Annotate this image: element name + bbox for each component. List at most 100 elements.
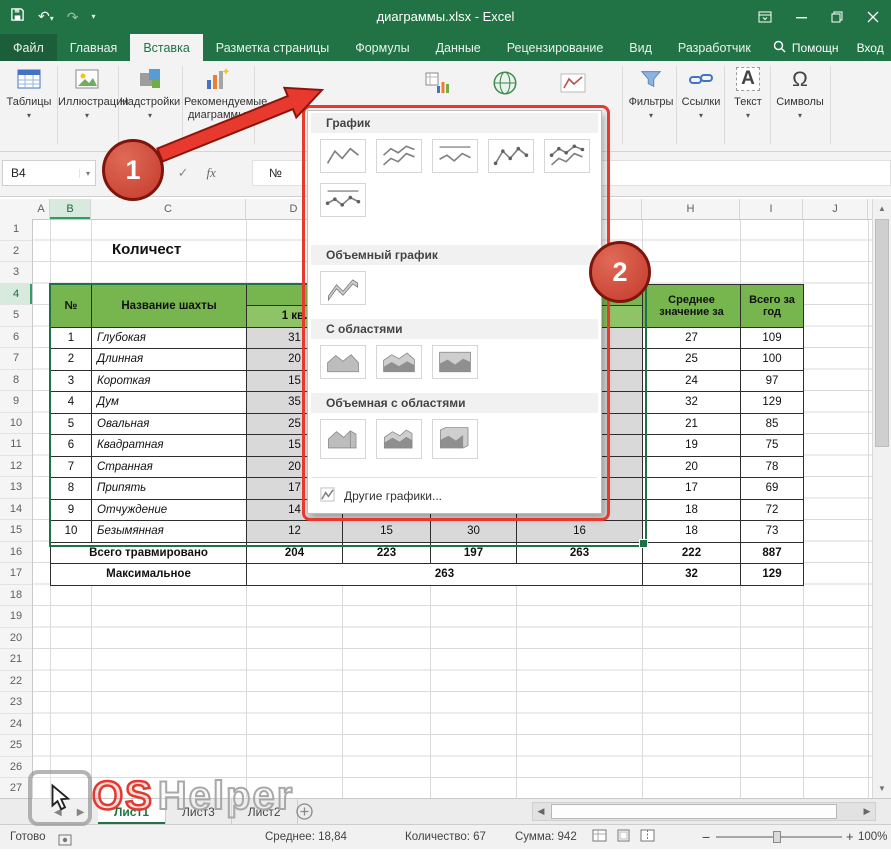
cell-mine-name[interactable]: Отчуждение [92,500,247,522]
totals-q4[interactable]: 263 [517,543,643,565]
line-chart-icon[interactable] [320,139,366,173]
area-chart-icon[interactable] [320,345,366,379]
name-box[interactable]: B4 ▾ [2,160,96,186]
ribbon-tab-5[interactable]: Данные [423,34,494,61]
stacked-line-with-markers-chart-icon[interactable] [544,139,590,173]
symbols-group-button[interactable]: Ω Символы▾ [772,64,828,122]
cell-num[interactable]: 10 [51,521,92,543]
100-stacked-area-chart-icon[interactable] [432,345,478,379]
chevron-down-icon[interactable]: ▾ [79,169,95,178]
restore-button[interactable] [819,0,855,34]
cell-avg[interactable]: 21 [643,414,741,436]
cell-mine-name[interactable]: Квадратная [92,435,247,457]
max-label[interactable]: Максимальное [51,564,247,586]
row-header-3[interactable]: 3 [0,262,32,284]
column-header-B[interactable]: B [50,199,91,219]
cell-avg[interactable]: 27 [643,328,741,350]
cell-num[interactable]: 3 [51,371,92,393]
scroll-left-icon[interactable]: ◀ [533,803,549,820]
max-total[interactable]: 129 [741,564,804,586]
cell-mine-name[interactable]: Длинная [92,349,247,371]
cell-mine-name[interactable]: Овальная [92,414,247,436]
cell-q4[interactable]: 16 [517,521,643,543]
row-header-2[interactable]: 2 [0,241,32,263]
cell-total[interactable]: 69 [741,478,804,500]
cell-mine-name[interactable]: Дум [92,392,247,414]
cell-avg[interactable]: 20 [643,457,741,479]
row-header-21[interactable]: 21 [0,649,32,671]
cell-avg[interactable]: 24 [643,371,741,393]
cell-mine-name[interactable]: Странная [92,457,247,479]
3d-line-chart-icon[interactable] [320,271,366,305]
cell-avg[interactable]: 32 [643,392,741,414]
sparklines-icon[interactable] [556,66,590,100]
ribbon-display-options-icon[interactable] [747,0,783,34]
vertical-scrollbar[interactable]: ▲ ▼ [872,199,891,798]
cell-total[interactable]: 97 [741,371,804,393]
vertical-scroll-thumb[interactable] [875,219,889,447]
row-header-24[interactable]: 24 [0,714,32,736]
totals-q2[interactable]: 223 [343,543,431,565]
header-total[interactable]: Всего загод [741,285,804,328]
3d-stacked-area-chart-icon[interactable] [376,419,422,459]
100-stacked-line-chart-icon[interactable] [432,139,478,173]
row-header-23[interactable]: 23 [0,692,32,714]
row-header-19[interactable]: 19 [0,606,32,628]
row-header-22[interactable]: 22 [0,671,32,693]
zoom-slider-thumb[interactable] [773,831,781,843]
more-line-charts-item[interactable]: Другие графики... [308,483,599,509]
cell-avg[interactable]: 18 [643,521,741,543]
recommended-charts-button[interactable]: Рекомендуемыедиаграммы [184,64,250,122]
totals-avg[interactable]: 222 [643,543,741,565]
row-header-5[interactable]: 5 [0,305,32,327]
row-header-16[interactable]: 16 [0,542,32,564]
cell-avg[interactable]: 18 [643,500,741,522]
totals-label[interactable]: Всего травмировано [51,543,247,565]
cell-mine-name[interactable]: Короткая [92,371,247,393]
cell-total[interactable]: 129 [741,392,804,414]
cell-total[interactable]: 109 [741,328,804,350]
column-header-A[interactable]: A [33,199,50,219]
cell-num[interactable]: 4 [51,392,92,414]
zoom-in-icon[interactable]: + [846,825,854,849]
totals-q1[interactable]: 204 [247,543,343,565]
row-header-1[interactable]: 1 [0,219,32,241]
cell-total[interactable]: 73 [741,521,804,543]
page-break-view-icon[interactable] [640,829,655,845]
cell-num[interactable]: 1 [51,328,92,350]
stacked-line-chart-icon[interactable] [376,139,422,173]
row-header-17[interactable]: 17 [0,563,32,585]
text-group-button[interactable]: A Текст▾ [726,64,770,122]
row-header-13[interactable]: 13 [0,477,32,499]
100-stacked-line-with-markers-chart-icon[interactable] [320,183,366,217]
cell-q3[interactable]: 30 [431,521,517,543]
column-header-C[interactable]: C [91,199,246,219]
ribbon-tab-3[interactable]: Разметка страницы [203,34,342,61]
cell-mine-name[interactable]: Глубокая [92,328,247,350]
ribbon-tab-6[interactable]: Рецензирование [494,34,617,61]
header-num[interactable]: № [51,285,92,328]
cell-q1[interactable]: 12 [247,521,343,543]
cell-total[interactable]: 78 [741,457,804,479]
selection-fill-handle[interactable] [639,539,648,548]
insert-function-icon[interactable]: fx [207,165,216,181]
cell-num[interactable]: 7 [51,457,92,479]
ribbon-tab-7[interactable]: Вид [616,34,665,61]
row-header-15[interactable]: 15 [0,520,32,542]
page-layout-view-icon[interactable] [616,829,631,845]
header-average[interactable]: Среднеезначение за [643,285,741,328]
cell-q2[interactable]: 15 [343,521,431,543]
links-group-button[interactable]: Ссылки▾ [678,64,724,122]
close-button[interactable] [855,0,891,34]
row-header-8[interactable]: 8 [0,370,32,392]
row-header-7[interactable]: 7 [0,348,32,370]
scroll-right-icon[interactable]: ▶ [859,803,875,820]
row-header-9[interactable]: 9 [0,391,32,413]
totals-total[interactable]: 887 [741,543,804,565]
row-header-20[interactable]: 20 [0,628,32,650]
row-header-25[interactable]: 25 [0,735,32,757]
row-header-10[interactable]: 10 [0,413,32,435]
ribbon-tab-4[interactable]: Формулы [342,34,422,61]
ribbon-tab-1[interactable]: Главная [57,34,131,61]
cell-avg[interactable]: 19 [643,435,741,457]
